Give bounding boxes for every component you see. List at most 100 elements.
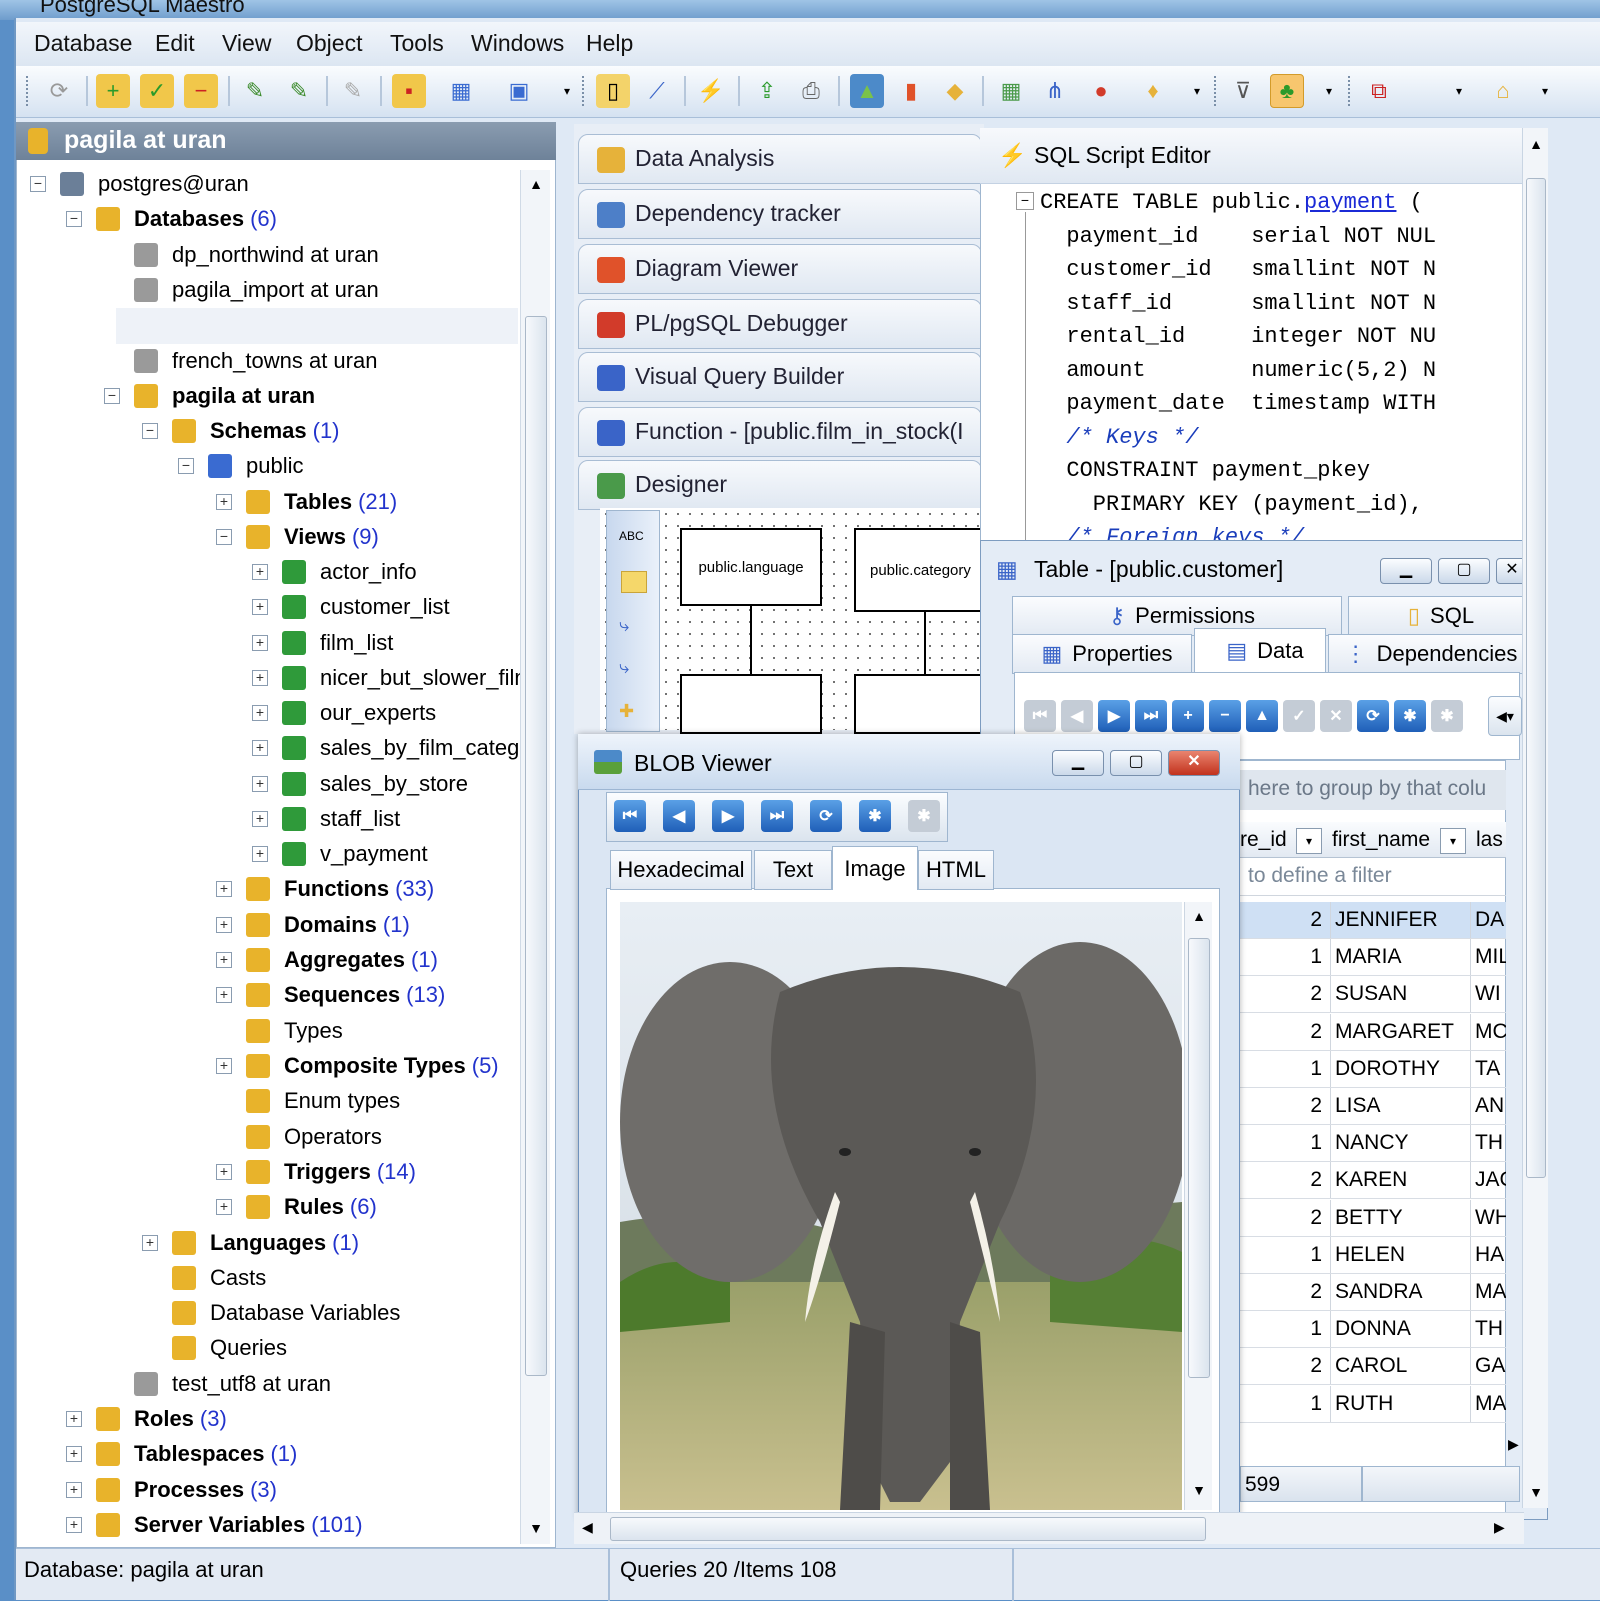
connect-icon[interactable]: ✎ [238, 74, 272, 108]
cell-store-id[interactable]: 1 [1240, 945, 1326, 969]
tree-node[interactable]: Domains (1) [246, 908, 410, 942]
table-row[interactable]: 1 DONNA TH [1240, 1311, 1506, 1349]
tab-hexadecimal[interactable]: Hexadecimal [610, 850, 752, 890]
cell-first-name[interactable]: SANDRA [1330, 1274, 1468, 1310]
horizontal-scrollbar[interactable]: ◀ ▶ [574, 1512, 1524, 1544]
first-record-icon[interactable]: ⏮ [614, 800, 646, 832]
table-row[interactable]: 1 NANCY TH [1240, 1125, 1506, 1163]
designer-icon[interactable]: ▦ [994, 74, 1028, 108]
menu-tools[interactable]: Tools [390, 30, 444, 57]
cell-store-id[interactable]: 1 [1240, 1243, 1326, 1267]
tree-node[interactable]: Casts [172, 1261, 266, 1295]
tree-node[interactable]: pagila_import at uran [134, 273, 379, 307]
cell-first-name[interactable]: LISA [1330, 1088, 1468, 1124]
table-row[interactable]: 2 LISA AN [1240, 1088, 1506, 1125]
cell-last-name[interactable]: TH [1470, 1125, 1506, 1162]
toolbar-overflow-icon[interactable]: ▾ [550, 74, 584, 108]
column-header-first-name[interactable]: first_name [1332, 828, 1430, 852]
apply-icon[interactable]: ✱ [1394, 700, 1426, 732]
next-record-icon[interactable]: ▶ [712, 800, 744, 832]
group-by-panel[interactable]: here to group by that colu [1240, 770, 1506, 810]
table-row[interactable]: 1 HELEN HA [1240, 1236, 1506, 1274]
expand-icon[interactable]: + [252, 599, 268, 615]
dock-tab[interactable]: Function - [public.film_in_stock(I [578, 407, 982, 457]
tree-node[interactable]: film_list [282, 626, 393, 660]
dock-tab[interactable]: Dependency tracker [578, 189, 982, 239]
cell-last-name[interactable]: WH [1470, 1199, 1506, 1236]
diagram-icon[interactable]: ▮ [894, 74, 928, 108]
dock-tab[interactable]: Data Analysis [578, 134, 982, 184]
toolbar-grip[interactable] [1348, 76, 1352, 106]
refresh-icon[interactable]: ⟳ [42, 74, 76, 108]
close-button[interactable]: ✕ [1168, 750, 1220, 776]
data-analysis-icon[interactable]: ◆ [938, 74, 972, 108]
tab-html[interactable]: HTML [918, 850, 994, 890]
tree-node[interactable]: Queries [172, 1331, 287, 1365]
maximize-button[interactable]: ▢ [1438, 558, 1490, 584]
tree-node[interactable]: Schemas (1) [172, 414, 340, 448]
toolbar-grip[interactable] [26, 76, 30, 106]
cell-last-name[interactable]: JAC [1470, 1162, 1506, 1199]
tree-node[interactable]: Processes (3) [96, 1473, 277, 1507]
last-record-icon[interactable]: ⏭ [1135, 700, 1167, 732]
disconnect-icon[interactable]: ✎ [282, 74, 316, 108]
dock-tab[interactable]: Diagram Viewer [578, 244, 982, 294]
close-windows-icon[interactable]: ⧉ [1362, 74, 1396, 108]
scroll-right-icon[interactable]: ▶ [1508, 1436, 1519, 1453]
cell-store-id[interactable]: 1 [1240, 1057, 1326, 1081]
table-row[interactable]: 2 SUSAN WI [1240, 976, 1506, 1014]
cell-first-name[interactable]: DONNA [1330, 1311, 1468, 1348]
tree-node[interactable]: Server Variables (101) [96, 1508, 363, 1542]
last-record-icon[interactable]: ⏭ [761, 800, 793, 832]
cell-first-name[interactable]: HELEN [1330, 1236, 1468, 1273]
scroll-down-icon[interactable]: ▼ [523, 1520, 549, 1544]
entity-box[interactable] [680, 674, 822, 734]
toolbar-grip[interactable] [1214, 76, 1218, 106]
menu-windows[interactable]: Windows [471, 30, 564, 57]
scroll-thumb[interactable] [525, 316, 547, 1376]
table-name-link[interactable]: payment [1304, 190, 1396, 215]
cell-last-name[interactable]: TH [1470, 1311, 1506, 1348]
table-row[interactable]: 2KARENJAC [1240, 1162, 1506, 1200]
dependency-icon[interactable]: ⋔ [1038, 74, 1072, 108]
tree-node[interactable]: nicer_but_slower_film [282, 661, 533, 695]
tree-node[interactable]: staff_list [282, 802, 400, 836]
table-row[interactable]: 2 CAROL GA [1240, 1348, 1506, 1386]
cell-store-id[interactable]: 2 [1240, 1354, 1326, 1378]
scroll-right-icon[interactable]: ▶ [1494, 1519, 1505, 1536]
collapse-block-icon[interactable]: − [1016, 192, 1034, 210]
cell-first-name[interactable]: JENNIFER [1330, 902, 1468, 938]
cell-store-id[interactable]: 1 [1240, 1392, 1326, 1416]
tree-node[interactable]: Triggers (14) [246, 1155, 416, 1189]
toolbar-grip[interactable] [582, 76, 586, 106]
tree-node[interactable]: Aggregates (1) [246, 943, 438, 977]
minimize-button[interactable]: ▁ [1052, 750, 1104, 776]
tree-node[interactable]: Views (9) [246, 520, 379, 554]
blob-viewer-icon[interactable]: ▲ [850, 74, 884, 108]
column-filter-icon[interactable]: ▾ [1296, 828, 1322, 854]
expand-icon[interactable]: + [216, 1058, 232, 1074]
delete-record-icon[interactable]: − [1209, 700, 1241, 732]
window-layout-icon[interactable]: ▣ [502, 74, 536, 108]
collapse-icon[interactable]: − [30, 176, 46, 192]
open-file-icon[interactable]: ▯ [596, 74, 630, 108]
link-tool-icon[interactable]: ⤷ [619, 615, 629, 636]
tree-node[interactable]: our_experts [282, 696, 436, 730]
tree-node[interactable]: sales_by_store [282, 767, 468, 801]
tab-data[interactable]: ▤ Data [1194, 628, 1326, 672]
tree-node[interactable]: Types [246, 1014, 343, 1048]
table-row[interactable]: 2 MARGARET MC [1240, 1013, 1506, 1051]
blob-image[interactable] [620, 902, 1182, 1510]
expand-icon[interactable]: + [66, 1411, 82, 1427]
dock-tab[interactable]: Designer [578, 460, 982, 510]
expand-icon[interactable]: + [252, 846, 268, 862]
insert-record-icon[interactable]: + [1172, 700, 1204, 732]
cell-store-id[interactable]: 2 [1240, 1168, 1326, 1192]
table-row[interactable]: 2BETTYWH [1240, 1199, 1506, 1237]
cell-store-id[interactable]: 2 [1240, 1206, 1326, 1230]
properties-icon[interactable]: ✎ [336, 74, 370, 108]
tree-node[interactable]: Tablespaces (1) [96, 1437, 297, 1471]
cell-store-id[interactable]: 1 [1240, 1317, 1326, 1341]
options-icon[interactable]: ✱ [1431, 700, 1463, 732]
tree-node[interactable]: Sequences (13) [246, 978, 445, 1012]
